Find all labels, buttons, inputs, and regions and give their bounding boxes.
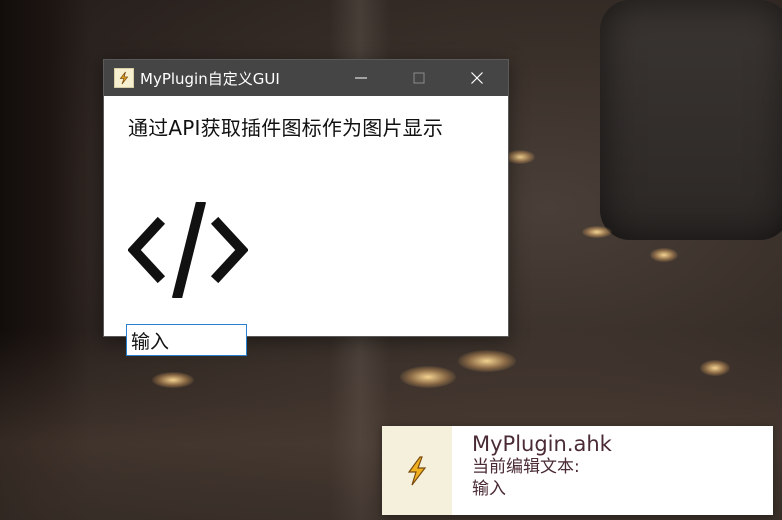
code-brackets-icon xyxy=(128,202,248,298)
toast-icon-area xyxy=(382,426,452,515)
minimize-icon xyxy=(355,77,367,79)
maximize-icon xyxy=(413,72,425,84)
toast-body: MyPlugin.ahk 当前编辑文本: 输入 xyxy=(452,426,612,515)
title-bar[interactable]: MyPlugin自定义GUI xyxy=(104,60,508,96)
text-input[interactable] xyxy=(126,324,247,356)
toast-title: MyPlugin.ahk xyxy=(472,432,612,456)
lightning-bolt-icon xyxy=(114,68,134,88)
notification-toast[interactable]: MyPlugin.ahk 当前编辑文本: 输入 xyxy=(382,426,773,515)
maximize-button[interactable] xyxy=(396,60,442,96)
close-button[interactable] xyxy=(454,60,500,96)
window-title: MyPlugin自定义GUI xyxy=(140,69,280,88)
toast-label: 当前编辑文本: xyxy=(472,457,580,477)
description-text: 通过API获取插件图标作为图片显示 xyxy=(128,116,444,140)
window-content: 通过API获取插件图标作为图片显示 xyxy=(104,96,508,356)
plugin-window: MyPlugin自定义GUI 通过API获取插件图标作为图片显示 xyxy=(103,59,509,356)
toast-value: 输入 xyxy=(472,479,506,499)
close-icon xyxy=(471,72,483,84)
lightning-bolt-icon xyxy=(407,455,427,485)
minimize-button[interactable] xyxy=(338,60,384,96)
